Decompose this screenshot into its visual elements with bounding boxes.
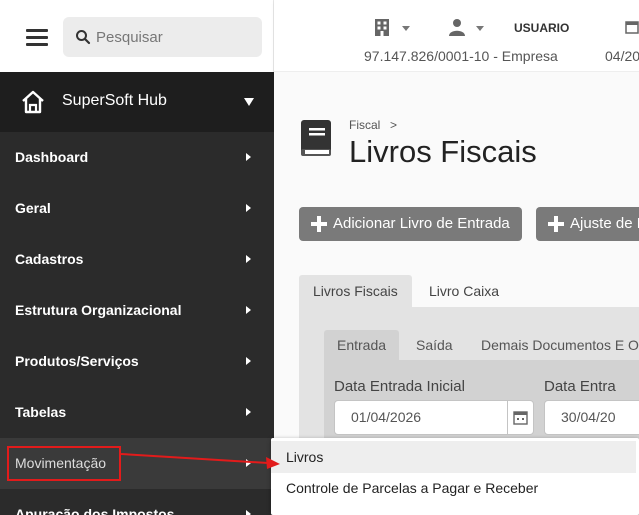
start-date-value: 01/04/2026 <box>351 409 422 425</box>
sidebar-item-label: Estrutura Organizacional <box>15 302 182 318</box>
sidebar-item-label: Tabelas <box>15 404 67 420</box>
search-input[interactable] <box>96 26 251 48</box>
tab-livro-caixa[interactable]: Livro Caixa <box>429 275 499 307</box>
chevron-right-icon <box>246 306 251 314</box>
user-name[interactable]: USUARIO <box>514 21 569 35</box>
chevron-down-icon <box>244 98 254 106</box>
movimentacao-submenu: Livros Controle de Parcelas a Pagar e Re… <box>271 438 639 515</box>
sidebar-item-label: Geral <box>15 200 51 216</box>
sidebar-item-apuracao-dos-impostos[interactable]: Apuração dos Impostos <box>0 489 274 515</box>
sidebar-brand[interactable]: SuperSoft Hub <box>0 72 274 132</box>
calendar-icon <box>513 411 528 425</box>
user-caret-icon[interactable] <box>476 26 484 31</box>
start-date-label: Data Entrada Inicial <box>334 378 465 395</box>
sidebar-item-dashboard[interactable]: Dashboard <box>0 132 274 183</box>
chevron-right-icon <box>246 204 251 212</box>
tab-bar: Livros Fiscais Livro Caixa <box>299 275 639 307</box>
sidebar-item-label: Produtos/Serviços <box>15 353 139 369</box>
sidebar-item-estrutura-organizacional[interactable]: Estrutura Organizacional <box>0 285 274 336</box>
end-date-field[interactable]: 30/04/20 <box>544 400 639 435</box>
submenu-item-livros[interactable]: Livros <box>271 441 636 473</box>
brand-label: SuperSoft Hub <box>62 92 167 109</box>
company-label: 97.147.826/0001-10 - Empresa <box>364 48 558 64</box>
chevron-right-icon <box>246 153 251 161</box>
sidebar-item-label: Dashboard <box>15 149 89 165</box>
button-label: Ajuste de L <box>570 215 639 232</box>
plus-icon <box>311 216 327 232</box>
chevron-right-icon <box>246 408 251 416</box>
page-title: Livros Fiscais <box>349 134 537 169</box>
current-date: 04/20 <box>605 48 639 64</box>
tab-livros-fiscais[interactable]: Livros Fiscais <box>299 275 412 307</box>
highlight-box <box>7 446 121 481</box>
add-entry-book-button[interactable]: Adicionar Livro de Entrada <box>299 207 522 241</box>
submenu-item-controle-parcelas[interactable]: Controle de Parcelas a Pagar e Receber <box>271 472 636 504</box>
user-icon[interactable] <box>448 18 466 36</box>
search-box <box>63 17 262 57</box>
start-date-field[interactable]: 01/04/2026 <box>334 400 534 435</box>
top-bar: USUARIO 97.147.826/0001-10 - Empresa 04/… <box>274 0 639 72</box>
app-window: SuperSoft Hub Dashboard Geral Cadastros … <box>0 0 639 515</box>
book-icon <box>301 120 331 156</box>
breadcrumb[interactable]: Fiscal <box>349 118 380 132</box>
hamburger-menu-icon[interactable] <box>26 29 48 47</box>
subtab-demais-documentos[interactable]: Demais Documentos E Op <box>481 330 639 360</box>
chevron-right-icon <box>246 357 251 365</box>
start-date-calendar-button[interactable] <box>507 401 533 434</box>
end-date-label: Data Entra <box>544 378 616 395</box>
chevron-right-icon <box>246 255 251 263</box>
subtab-entrada[interactable]: Entrada <box>324 330 400 360</box>
company-caret-icon[interactable] <box>402 26 410 31</box>
sidebar-header <box>0 0 274 72</box>
subtab-saida[interactable]: Saída <box>416 330 453 360</box>
sidebar-item-label: Cadastros <box>15 251 84 267</box>
building-icon[interactable] <box>374 18 390 36</box>
subtab-bar: Entrada Saída Demais Documentos E Op <box>324 330 639 360</box>
sidebar-item-tabelas[interactable]: Tabelas <box>0 387 274 438</box>
sidebar-item-geral[interactable]: Geral <box>0 183 274 234</box>
end-date-value: 30/04/20 <box>561 409 616 425</box>
calendar-icon[interactable] <box>625 20 639 34</box>
home-icon <box>22 90 44 114</box>
search-icon <box>76 30 91 45</box>
button-label: Adicionar Livro de Entrada <box>333 215 510 232</box>
sidebar-item-cadastros[interactable]: Cadastros <box>0 234 274 285</box>
sidebar-item-produtos-servicos[interactable]: Produtos/Serviços <box>0 336 274 387</box>
chevron-right-icon <box>246 510 251 515</box>
chevron-right-icon <box>246 459 251 467</box>
breadcrumb-separator: > <box>390 118 398 132</box>
sidebar: SuperSoft Hub Dashboard Geral Cadastros … <box>0 0 274 515</box>
plus-icon <box>548 216 564 232</box>
adjust-button[interactable]: Ajuste de L <box>536 207 639 241</box>
sidebar-item-label: Apuração dos Impostos <box>15 506 175 515</box>
